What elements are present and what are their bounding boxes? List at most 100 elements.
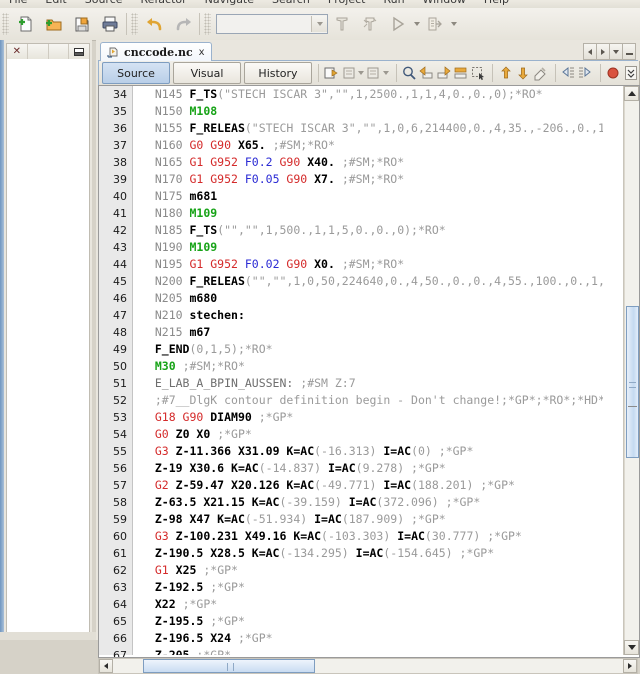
code-line[interactable]: Z-192.5 ;*GP* [133, 579, 603, 596]
scroll-right-button[interactable] [623, 659, 637, 673]
redo-button[interactable] [169, 10, 197, 38]
code-line[interactable]: N160 G0 G90 X65. ;#SM;*RO* [133, 137, 603, 154]
line-number: 37 [113, 139, 127, 152]
debug-dropdown[interactable] [449, 11, 458, 37]
new-folder-button[interactable] [40, 10, 68, 38]
scroll-up-button[interactable] [624, 86, 639, 101]
toolbar-grip-run[interactable] [204, 13, 211, 35]
code-line[interactable]: N205 m680 [133, 290, 603, 307]
down-arrow-icon[interactable] [514, 63, 531, 83]
print-button[interactable] [96, 10, 124, 38]
select-area-icon[interactable] [469, 63, 486, 83]
left-dock-tab-slot-2[interactable] [49, 44, 70, 60]
code-line[interactable]: N150 M108 [133, 103, 603, 120]
code-line[interactable]: N210 stechen: [133, 307, 603, 324]
next-change-icon[interactable] [435, 63, 452, 83]
code-line[interactable]: N190 M109 [133, 239, 603, 256]
indent-right-icon[interactable] [577, 63, 594, 83]
vertical-scroll-thumb[interactable] [626, 306, 639, 458]
code-line[interactable]: Z-98 X47 K=AC(-51.934) I=AC(187.909) ;*G… [133, 511, 603, 528]
code-line[interactable]: G1 X25 ;*GP* [133, 562, 603, 579]
code-line[interactable]: N155 F_RELEAS("STECH ISCAR 3","",1,0,6,2… [133, 120, 603, 137]
toolbar-grip-history[interactable] [131, 13, 138, 35]
code-line[interactable]: Z-196.5 X24 ;*GP* [133, 630, 603, 647]
code-line[interactable]: G0 Z0 X0 ;*GP* [133, 426, 603, 443]
save-button[interactable] [68, 10, 96, 38]
tab-list-button[interactable] [609, 43, 623, 60]
code-line[interactable]: G2 Z-59.47 X20.126 K=AC(-49.771) I=AC(18… [133, 477, 603, 494]
zoom-icon[interactable] [401, 63, 418, 83]
code-line[interactable]: N175 m681 [133, 188, 603, 205]
code-line[interactable]: N180 M109 [133, 205, 603, 222]
undo-button[interactable] [141, 10, 169, 38]
build-button[interactable] [328, 10, 356, 38]
debug-button[interactable] [421, 10, 449, 38]
line-number: 54 [113, 428, 127, 441]
export2-dropdown[interactable] [382, 63, 390, 83]
tab-next-button[interactable] [596, 43, 610, 60]
tab-visual[interactable]: Visual [173, 62, 241, 84]
indent-left-icon[interactable] [560, 63, 577, 83]
export2-icon[interactable] [365, 63, 382, 83]
tab-history[interactable]: History [244, 62, 312, 84]
up-arrow-icon[interactable] [497, 63, 514, 83]
import-icon[interactable] [323, 63, 340, 83]
code-line[interactable]: N215 m67 [133, 324, 603, 341]
new-file-button[interactable] [12, 10, 40, 38]
code-line[interactable]: G18 G90 DIAM90 ;*GP* [133, 409, 603, 426]
horizontal-scroll-track[interactable] [113, 659, 623, 673]
code-line[interactable]: X22 ;*GP* [133, 596, 603, 613]
code-editor[interactable]: 34 35 36 37 38 39 40 41 42 43 44 45 46 47 48 49 50 51 52 53… [98, 85, 640, 658]
code-line[interactable]: N195 G1 G952 F0.02 G90 X0. ;#SM;*RO* [133, 256, 603, 273]
code-line[interactable]: Z-63.5 X21.15 K=AC(-39.159) I=AC(372.096… [133, 494, 603, 511]
left-dock-tab-slot-1[interactable] [28, 44, 49, 60]
toolbar-grip-file[interactable] [2, 13, 9, 35]
editor-tab-close-icon[interactable]: x [199, 47, 205, 58]
code-line[interactable]: M30 ;#SM;*RO* [133, 358, 603, 375]
code-line[interactable]: E_LAB_A_BPIN_AUSSEN: ;#SM Z:7 [133, 375, 603, 392]
code-line[interactable]: Z-205 ;*GP* [133, 647, 603, 655]
code-line[interactable]: N200 F_RELEAS("","",1,0,50,224640,0.,4,5… [133, 273, 603, 290]
left-dock-body[interactable] [6, 59, 90, 635]
code-line[interactable]: F_END(0,1,5);*RO* [133, 341, 603, 358]
scroll-down-button[interactable] [624, 640, 639, 655]
code-line[interactable]: Z-190.5 X28.5 K=AC(-134.295) I=AC(-154.6… [133, 545, 603, 562]
code-line[interactable]: ;#7__DlgK contour definition begin - Don… [133, 392, 603, 409]
code-token: (-154.645) [383, 546, 453, 560]
run-button[interactable] [384, 10, 412, 38]
align-icon[interactable] [452, 63, 469, 83]
left-dock-restore-button[interactable] [69, 44, 89, 60]
prev-change-icon[interactable] [418, 63, 435, 83]
horizontal-scroll-thumb[interactable] [143, 659, 315, 673]
code-line[interactable]: G3 Z-100.231 X49.16 K=AC(-103.303) I=AC(… [133, 528, 603, 545]
code-token: Z-59.47 X20.126 K=AC [175, 478, 315, 492]
code-line[interactable]: N145 F_TS("STECH ISCAR 3","",1,2500.,1,1… [133, 86, 603, 103]
more-icon[interactable] [622, 63, 639, 83]
code-line[interactable]: N165 G1 G952 F0.2 G90 X40. ;#SM;*RO* [133, 154, 603, 171]
left-dock-close-button[interactable]: ✕ [7, 44, 28, 60]
erase-icon[interactable] [532, 63, 549, 83]
code-line[interactable]: Z-19 X30.6 K=AC(-14.837) I=AC(9.278) ;*G… [133, 460, 603, 477]
vertical-scroll-track[interactable] [624, 101, 639, 640]
scroll-thumb-grip [629, 382, 636, 388]
scroll-left-button[interactable] [99, 659, 113, 673]
editor-tab-cnccode[interactable]: cnccode.nc x [100, 42, 212, 62]
code-line[interactable]: N185 F_TS("","",1,500.,1,1,5,0.,0.,0);*R… [133, 222, 603, 239]
record-icon[interactable] [605, 63, 622, 83]
tab-prev-button[interactable] [583, 43, 597, 60]
horizontal-scrollbar[interactable] [98, 658, 638, 674]
export-icon[interactable] [340, 63, 357, 83]
chevron-down-icon[interactable] [311, 16, 327, 32]
code-line[interactable]: N170 G1 G952 F0.05 G90 X7. ;#SM;*RO* [133, 171, 603, 188]
code-line[interactable]: Z-195.5 ;*GP* [133, 613, 603, 630]
vertical-scrollbar[interactable] [623, 86, 639, 655]
launch-config-combo[interactable] [216, 14, 328, 34]
code-text-area[interactable]: N145 F_TS("STECH ISCAR 3","",1,2500.,1,1… [133, 86, 603, 655]
tab-source[interactable]: Source [102, 62, 170, 84]
code-line[interactable]: G3 Z-11.366 X31.09 K=AC(-16.313) I=AC(0)… [133, 443, 603, 460]
tab-minimize-button[interactable] [622, 43, 636, 60]
export-dropdown[interactable] [357, 63, 365, 83]
clean-button[interactable] [356, 10, 384, 38]
run-dropdown[interactable] [412, 11, 421, 37]
